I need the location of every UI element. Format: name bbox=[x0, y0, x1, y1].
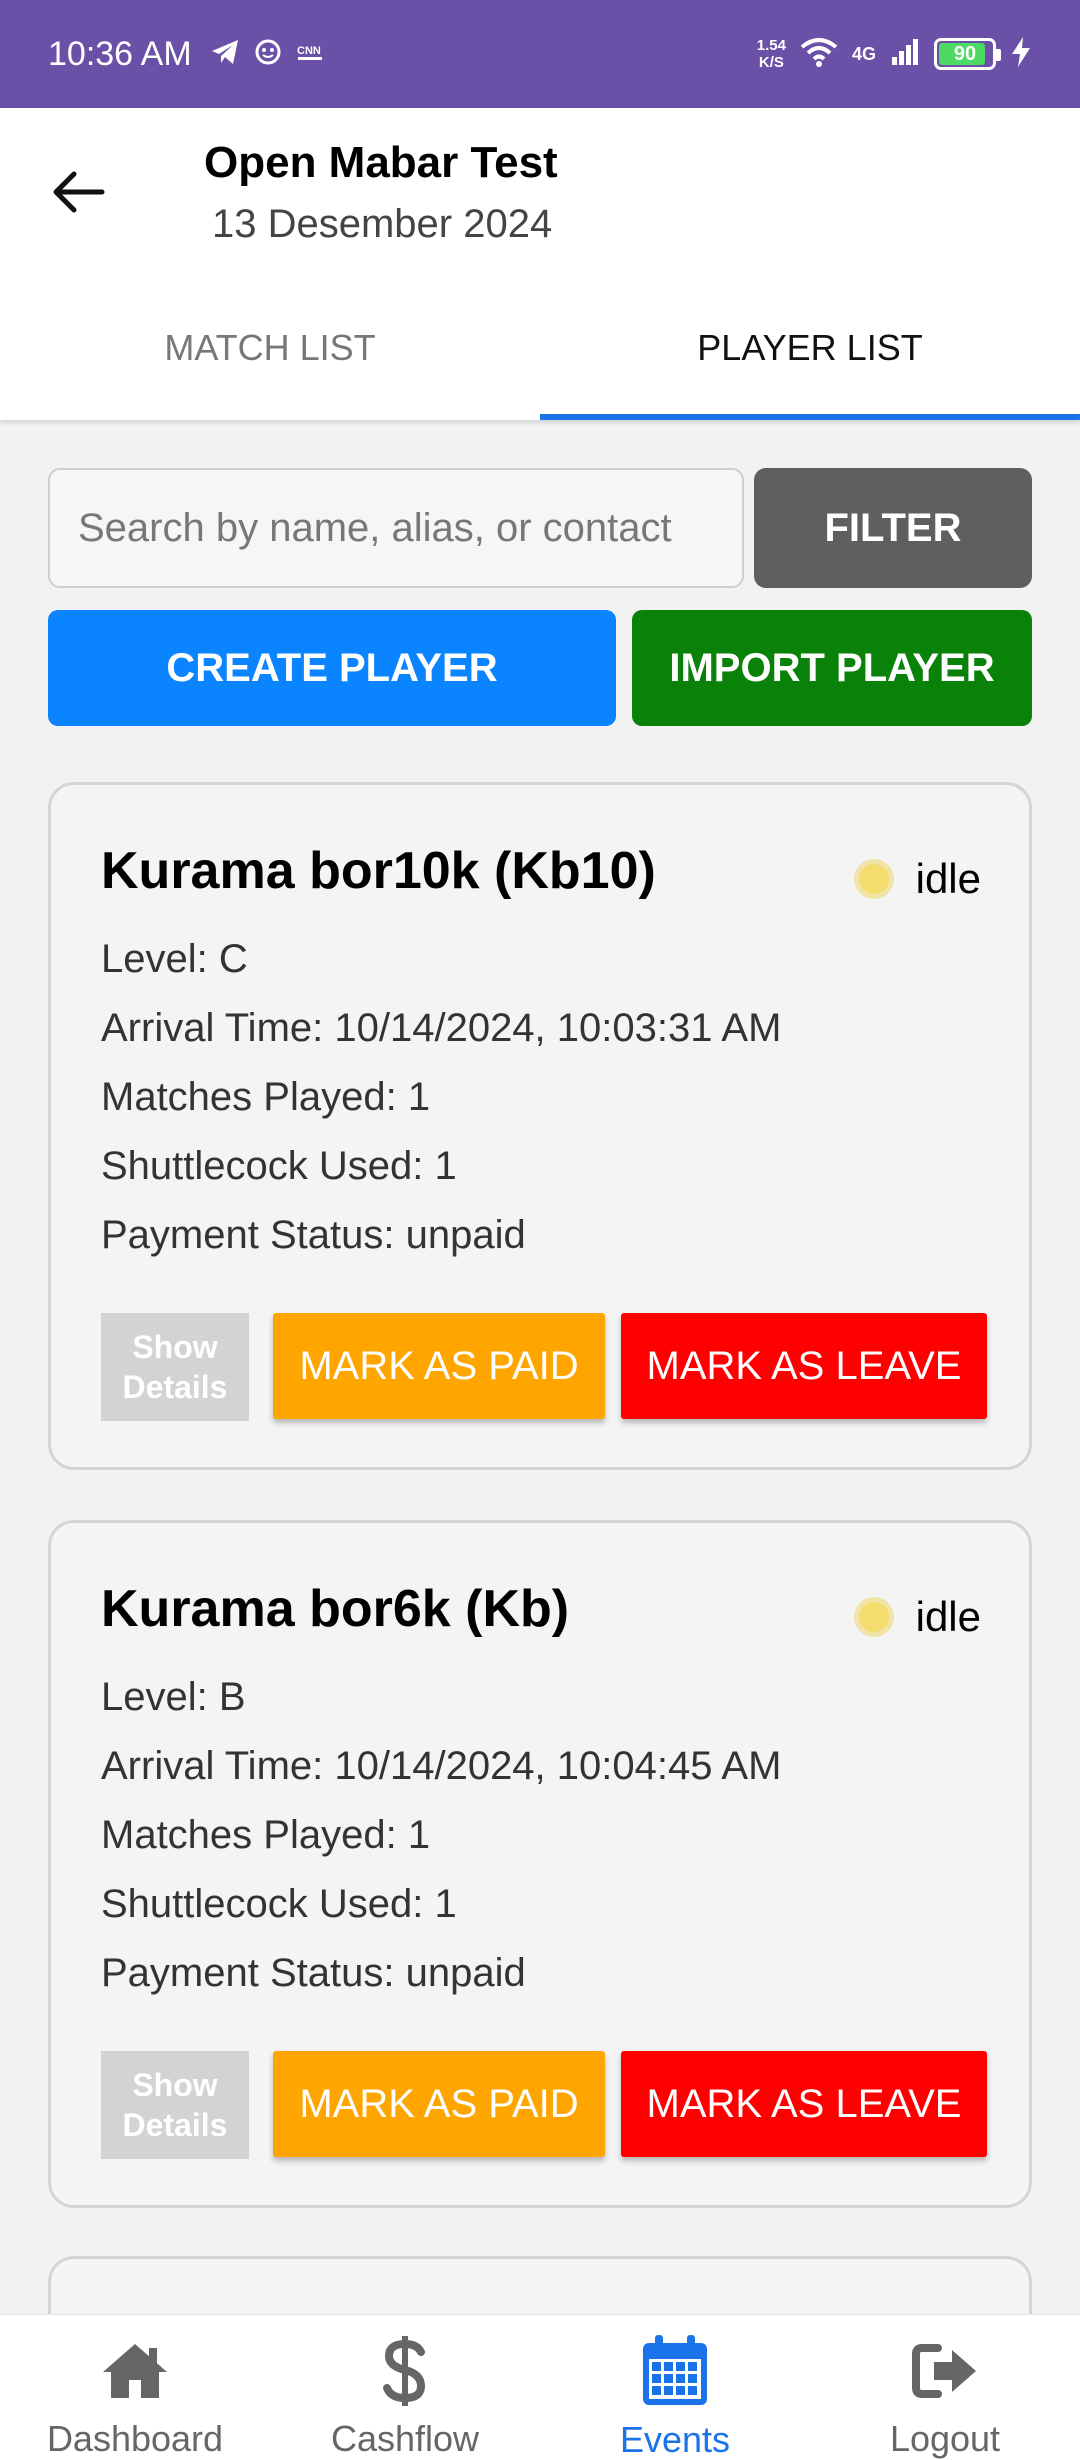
mark-as-leave-button[interactable]: MARK AS LEAVE bbox=[621, 2051, 987, 2157]
player-level: Level: C bbox=[101, 937, 248, 981]
page-subtitle: 13 Desember 2024 bbox=[212, 202, 553, 246]
svg-text:CNN: CNN bbox=[297, 45, 321, 57]
player-status: idle bbox=[853, 1593, 981, 1641]
mark-as-paid-button[interactable]: MARK AS PAID bbox=[273, 2051, 605, 2157]
bottom-navigation: Dashboard Cashflow Events Logout bbox=[0, 2314, 1080, 2460]
logout-icon bbox=[910, 2333, 980, 2408]
player-arrival-time: Arrival Time: 10/14/2024, 10:04:45 AM bbox=[101, 1744, 782, 1788]
status-dot-icon bbox=[853, 859, 894, 899]
player-payment-status: Payment Status: unpaid bbox=[101, 1213, 526, 1257]
import-player-button[interactable]: IMPORT PLAYER bbox=[632, 610, 1032, 726]
status-bar: 10:36 AM CNN 1.54 K/S 4G 90 bbox=[0, 0, 1080, 108]
charging-icon bbox=[1010, 36, 1032, 73]
tab-bar: MATCH LIST PLAYER LIST bbox=[0, 276, 1080, 420]
player-arrival-time: Arrival Time: 10/14/2024, 10:03:31 AM bbox=[101, 1006, 782, 1050]
mark-as-paid-button[interactable]: MARK AS PAID bbox=[273, 1313, 605, 1419]
player-level: Level: B bbox=[101, 1675, 246, 1719]
status-text: idle bbox=[915, 1593, 981, 1640]
player-name: Kurama bor10k (Kb10) bbox=[101, 842, 656, 900]
emoji-icon bbox=[254, 38, 282, 71]
player-matches-played: Matches Played: 1 bbox=[101, 1075, 431, 1119]
status-dot-icon bbox=[853, 1597, 894, 1637]
player-matches-played: Matches Played: 1 bbox=[101, 1813, 431, 1857]
show-details-button[interactable]: Show Details bbox=[101, 2051, 249, 2159]
player-shuttlecock-used: Shuttlecock Used: 1 bbox=[101, 1144, 457, 1188]
battery-indicator: 90 bbox=[934, 38, 1001, 70]
search-input[interactable] bbox=[48, 468, 744, 588]
cnn-icon: CNN bbox=[296, 40, 326, 69]
home-icon bbox=[99, 2333, 171, 2408]
tab-match-list[interactable]: MATCH LIST bbox=[0, 276, 540, 420]
show-details-button[interactable]: Show Details bbox=[101, 1313, 249, 1421]
player-name: Kurama bor6k (Kb) bbox=[101, 1580, 570, 1638]
nav-events[interactable]: Events bbox=[540, 2315, 810, 2460]
player-card: Kurama bor6k (Kb) idle Level: B Arrival … bbox=[48, 1520, 1032, 2208]
wifi-icon bbox=[800, 37, 838, 72]
dollar-icon bbox=[383, 2333, 427, 2408]
tab-player-list[interactable]: PLAYER LIST bbox=[540, 276, 1080, 420]
status-text: idle bbox=[915, 855, 981, 902]
mark-as-leave-button[interactable]: MARK AS LEAVE bbox=[621, 1313, 987, 1419]
arrow-left-icon bbox=[53, 171, 105, 213]
nav-dashboard[interactable]: Dashboard bbox=[0, 2315, 270, 2460]
nav-logout[interactable]: Logout bbox=[810, 2315, 1080, 2460]
player-card-partial bbox=[48, 2256, 1032, 2316]
network-speed: 1.54 K/S bbox=[756, 37, 786, 71]
app-header: Open Mabar Test 13 Desember 2024 bbox=[0, 108, 1080, 276]
signal-icon bbox=[890, 37, 920, 72]
player-payment-status: Payment Status: unpaid bbox=[101, 1951, 526, 1995]
telegram-icon bbox=[210, 38, 240, 71]
filter-button[interactable]: FILTER bbox=[754, 468, 1032, 588]
network-type: 4G bbox=[851, 43, 876, 64]
nav-cashflow[interactable]: Cashflow bbox=[270, 2315, 540, 2460]
back-button[interactable] bbox=[40, 154, 116, 230]
page-title: Open Mabar Test bbox=[204, 138, 558, 187]
calendar-icon bbox=[639, 2333, 711, 2409]
player-card: Kurama bor10k (Kb10) idle Level: C Arriv… bbox=[48, 782, 1032, 1470]
create-player-button[interactable]: CREATE PLAYER bbox=[48, 610, 616, 726]
player-shuttlecock-used: Shuttlecock Used: 1 bbox=[101, 1882, 457, 1926]
status-time: 10:36 AM bbox=[48, 34, 192, 73]
player-status: idle bbox=[853, 855, 981, 903]
